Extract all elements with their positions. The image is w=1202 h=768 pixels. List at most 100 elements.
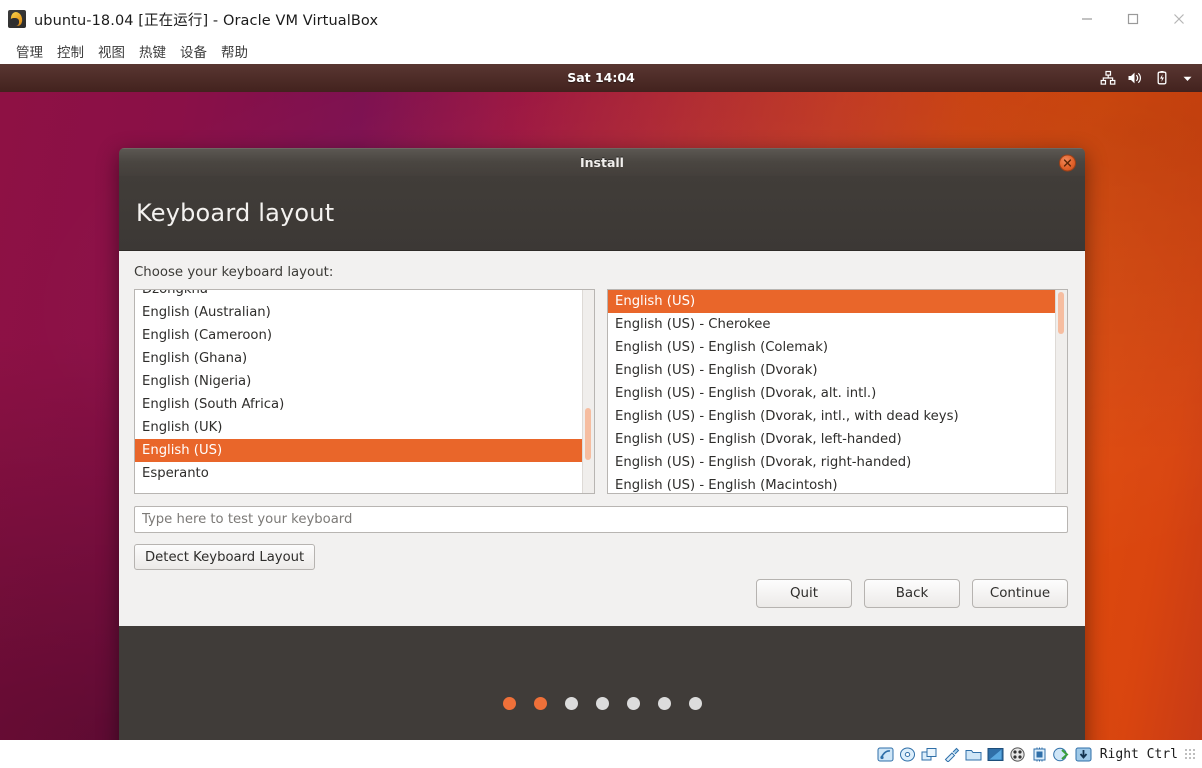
window-controls bbox=[1064, 0, 1202, 38]
list-item-label: English (US) - English (Macintosh) bbox=[615, 478, 838, 493]
variant-list-scroll-thumb[interactable] bbox=[1058, 292, 1064, 334]
list-item-label: Esperanto bbox=[142, 466, 209, 481]
maximize-button[interactable] bbox=[1110, 0, 1156, 38]
menu-view[interactable]: 视图 bbox=[91, 39, 132, 63]
list-item-label: English (US) - English (Dvorak, left-han… bbox=[615, 432, 902, 447]
optical-disk-icon[interactable] bbox=[898, 746, 917, 763]
video-capture-icon[interactable] bbox=[1008, 746, 1027, 763]
virtualbox-icon bbox=[8, 10, 26, 28]
list-item-label: English (US) - English (Dvorak, right-ha… bbox=[615, 455, 912, 470]
network-icon[interactable] bbox=[1100, 70, 1116, 86]
minimize-button[interactable] bbox=[1064, 0, 1110, 38]
layout-list-scroll-thumb[interactable] bbox=[585, 408, 591, 460]
hard-disk-icon[interactable] bbox=[876, 746, 895, 763]
list-item-label: English (US) bbox=[615, 294, 696, 309]
progress-dot bbox=[657, 696, 671, 710]
layout-list-scrollbar[interactable] bbox=[582, 290, 594, 493]
keyboard-variant-list[interactable]: English (US) English (US) - Cherokee Engli… bbox=[607, 289, 1068, 494]
list-item[interactable]: English (Cameroon) bbox=[135, 324, 594, 347]
dialog-close-button[interactable] bbox=[1059, 154, 1076, 171]
list-item[interactable]: Esperanto bbox=[135, 462, 594, 485]
list-item[interactable]: English (US) - English (Dvorak) bbox=[608, 359, 1067, 382]
list-item[interactable]: English (US) - English (Dvorak, intl., w… bbox=[608, 405, 1067, 428]
close-button[interactable] bbox=[1156, 0, 1202, 38]
list-item-label: English (Ghana) bbox=[142, 351, 248, 366]
resize-grip-icon[interactable] bbox=[1184, 748, 1196, 760]
progress-dot bbox=[533, 696, 547, 710]
list-item[interactable]: English (UK) bbox=[135, 416, 594, 439]
list-item[interactable]: English (Ghana) bbox=[135, 347, 594, 370]
list-item[interactable]: English (US) bbox=[135, 439, 594, 462]
network-adapter-icon[interactable] bbox=[920, 746, 939, 763]
list-item[interactable]: English (South Africa) bbox=[135, 393, 594, 416]
progress-dot bbox=[502, 696, 516, 710]
variant-list-scrollbar[interactable] bbox=[1055, 290, 1067, 493]
list-item-label: English (Australian) bbox=[142, 305, 271, 320]
volume-icon[interactable] bbox=[1127, 70, 1143, 86]
progress-dot bbox=[564, 696, 578, 710]
list-item[interactable]: English (US) bbox=[608, 290, 1067, 313]
menu-input[interactable]: 热键 bbox=[132, 39, 173, 63]
list-item[interactable]: English (US) - English (Dvorak, alt. int… bbox=[608, 382, 1067, 405]
list-item[interactable]: English (US) - English (Colemak) bbox=[608, 336, 1067, 359]
cpu-icon[interactable] bbox=[1030, 746, 1049, 763]
progress-dots bbox=[502, 696, 702, 710]
guest-screen: Sat 14:04 Install Keyboard layout Choose… bbox=[0, 64, 1202, 740]
list-item-label: English (South Africa) bbox=[142, 397, 285, 412]
list-item[interactable]: English (Nigeria) bbox=[135, 370, 594, 393]
list-item[interactable]: English (Australian) bbox=[135, 301, 594, 324]
dialog-titlebar: Install bbox=[119, 148, 1085, 176]
panel-indicators bbox=[1100, 64, 1194, 92]
layout-selection-area: Dzongkha English (Australian) English (Cam… bbox=[134, 289, 1068, 494]
detect-keyboard-layout-button[interactable]: Detect Keyboard Layout bbox=[134, 544, 316, 570]
list-item-label: English (US) - English (Dvorak) bbox=[615, 363, 818, 378]
app-root: ubuntu-18.04 [正在运行] - Oracle VM VirtualB… bbox=[0, 0, 1202, 768]
keyboard-layout-list[interactable]: Dzongkha English (Australian) English (Cam… bbox=[134, 289, 595, 494]
usb-icon[interactable] bbox=[942, 746, 961, 763]
display-icon[interactable] bbox=[986, 746, 1005, 763]
list-item-label: English (US) bbox=[142, 443, 223, 458]
list-item-label: English (UK) bbox=[142, 420, 223, 435]
list-item[interactable]: English (US) - English (Dvorak, left-han… bbox=[608, 428, 1067, 451]
menu-help[interactable]: 帮助 bbox=[214, 39, 255, 63]
progress-dot bbox=[595, 696, 609, 710]
panel-clock[interactable]: Sat 14:04 bbox=[0, 64, 1202, 92]
dialog-footer bbox=[119, 626, 1085, 740]
virtualbox-titlebar: ubuntu-18.04 [正在运行] - Oracle VM VirtualB… bbox=[0, 0, 1202, 38]
list-item-label: English (US) - English (Dvorak, alt. int… bbox=[615, 386, 877, 401]
progress-dot bbox=[688, 696, 702, 710]
window-title: ubuntu-18.04 [正在运行] - Oracle VM VirtualB… bbox=[34, 12, 379, 29]
quit-button[interactable]: Quit bbox=[756, 579, 852, 608]
continue-button[interactable]: Continue bbox=[972, 579, 1068, 608]
list-item[interactable]: Dzongkha bbox=[135, 290, 594, 301]
back-button[interactable]: Back bbox=[864, 579, 960, 608]
shared-folder-icon[interactable] bbox=[964, 746, 983, 763]
list-item[interactable]: English (US) - English (Macintosh) bbox=[608, 474, 1067, 493]
list-item-label: English (Nigeria) bbox=[142, 374, 252, 389]
virtualbox-statusbar: Right Ctrl bbox=[0, 740, 1202, 768]
dialog-action-buttons: Quit Back Continue bbox=[756, 579, 1068, 608]
list-item-label: English (US) - English (Dvorak, intl., w… bbox=[615, 409, 959, 424]
list-item-label: Dzongkha bbox=[142, 290, 208, 301]
battery-icon[interactable] bbox=[1154, 70, 1170, 86]
list-item-label: English (Cameroon) bbox=[142, 328, 272, 343]
virtualbox-menubar: 管理 控制 视图 热键 设备 帮助 bbox=[0, 38, 1202, 64]
host-key-label: Right Ctrl bbox=[1099, 746, 1178, 762]
progress-dot bbox=[626, 696, 640, 710]
dialog-body: Choose your keyboard layout: Dzongkha Eng… bbox=[119, 251, 1085, 626]
list-item[interactable]: English (US) - English (Dvorak, right-ha… bbox=[608, 451, 1067, 474]
chevron-down-icon[interactable] bbox=[1181, 72, 1194, 85]
menu-devices[interactable]: 设备 bbox=[173, 39, 214, 63]
list-item[interactable]: English (US) - Cherokee bbox=[608, 313, 1067, 336]
menu-machine[interactable]: 控制 bbox=[50, 39, 91, 63]
page-title: Keyboard layout bbox=[136, 199, 335, 227]
ubuntu-top-panel: Sat 14:04 bbox=[0, 64, 1202, 92]
mouse-integration-icon[interactable] bbox=[1052, 746, 1071, 763]
keyboard-test-input[interactable] bbox=[134, 506, 1068, 533]
statusbar-icons bbox=[876, 746, 1093, 763]
list-item-label: English (US) - English (Colemak) bbox=[615, 340, 828, 355]
dialog-header: Keyboard layout bbox=[119, 176, 1085, 251]
list-item-label: English (US) - Cherokee bbox=[615, 317, 771, 332]
keyboard-capture-icon[interactable] bbox=[1074, 746, 1093, 763]
menu-manage[interactable]: 管理 bbox=[9, 39, 50, 63]
